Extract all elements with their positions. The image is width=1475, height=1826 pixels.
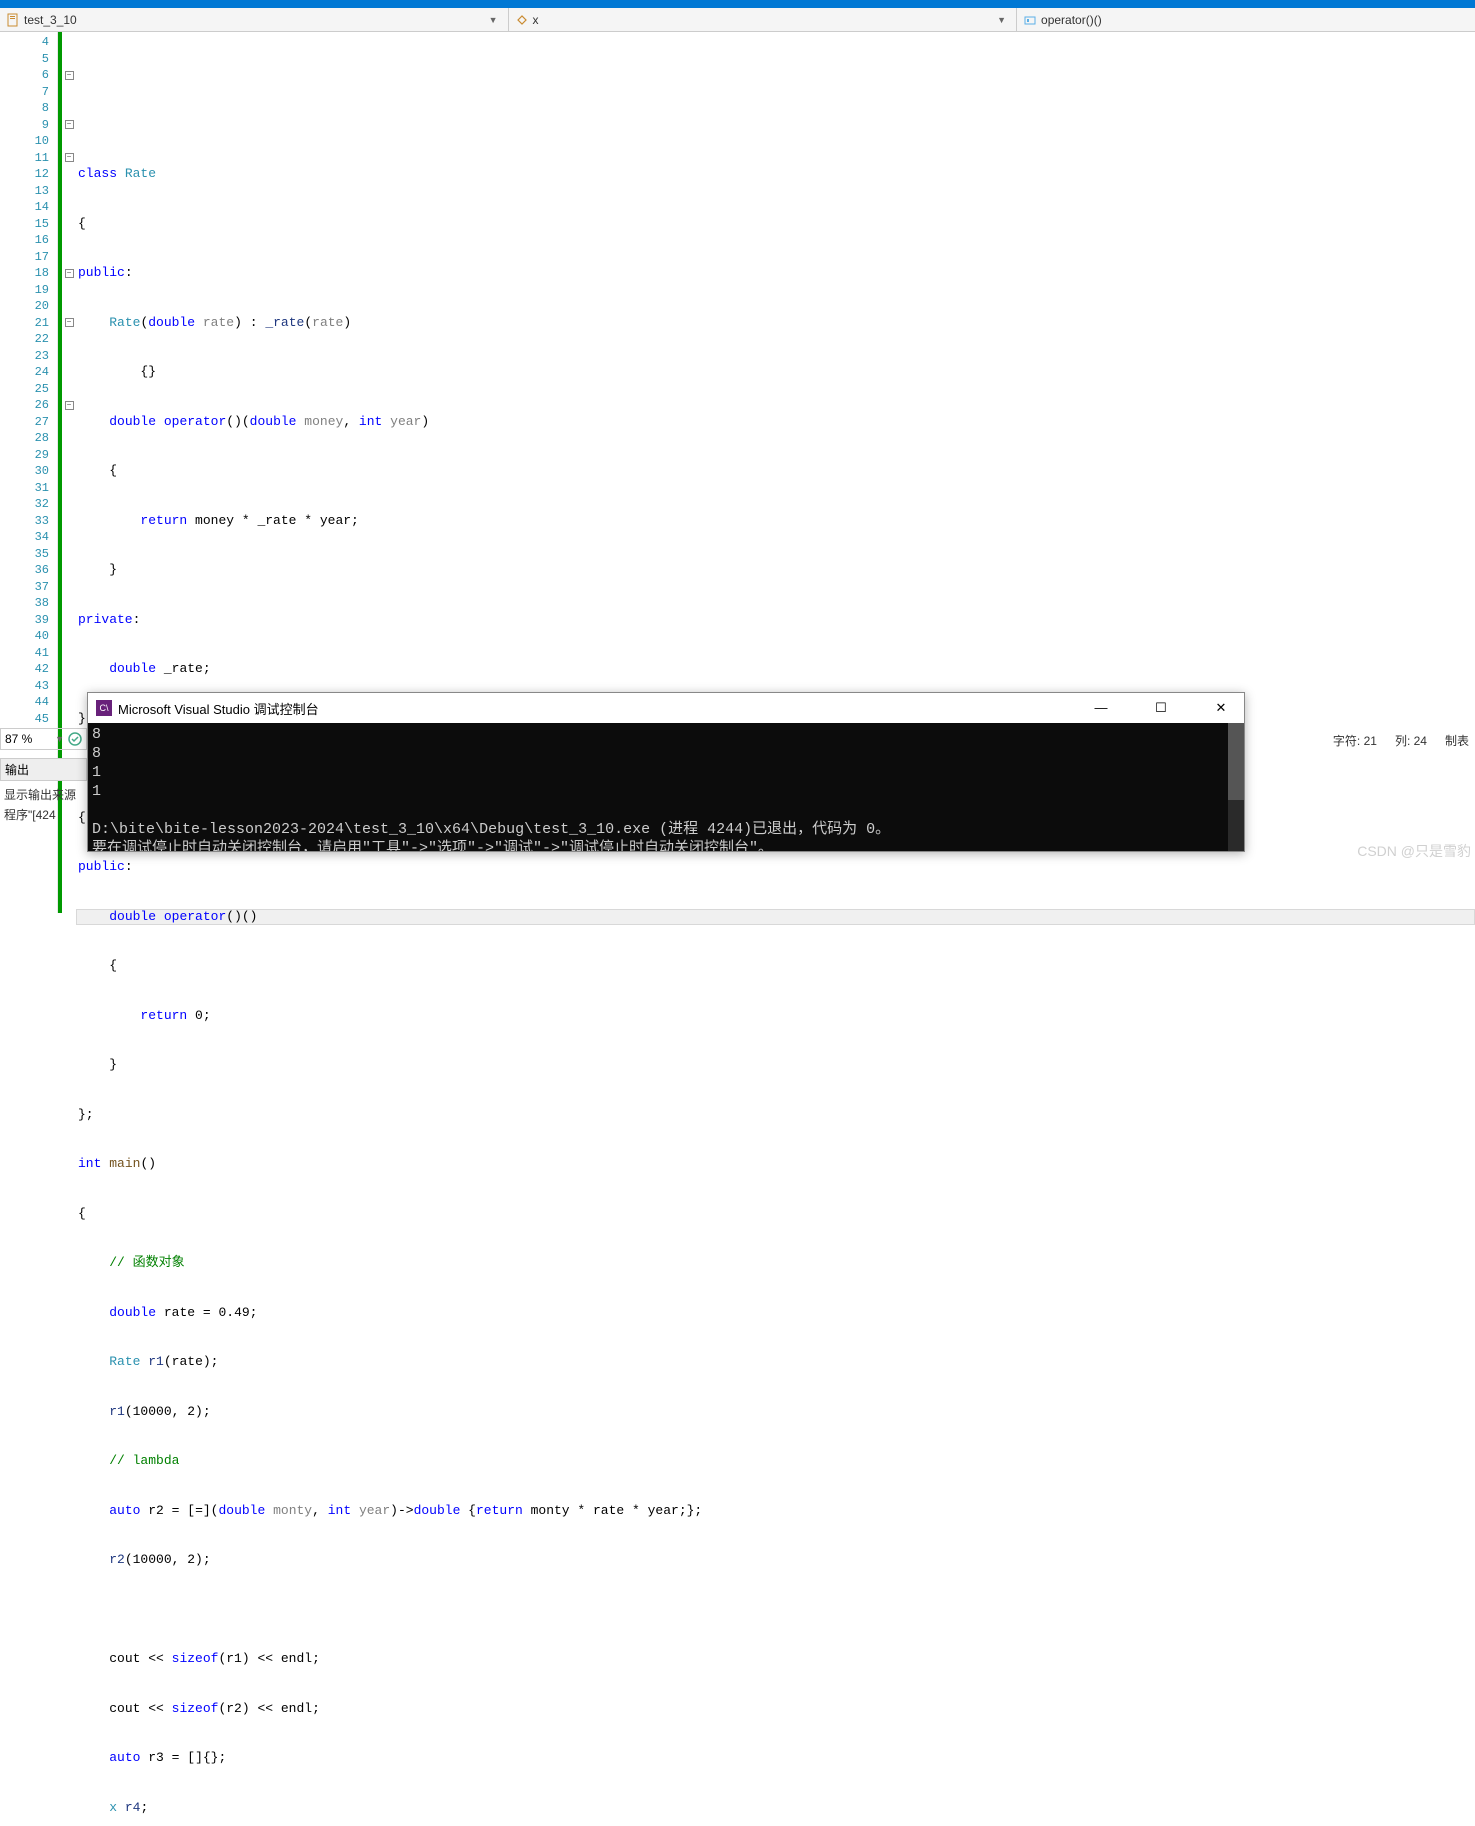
class-text: x (533, 13, 539, 27)
debug-console-window: C\ Microsoft Visual Studio 调试控制台 — ☐ ✕ 8… (87, 692, 1245, 852)
output-header[interactable]: 输出 (0, 758, 87, 781)
status-col: 列: 24 (1395, 732, 1427, 749)
scope-dropdown[interactable]: test_3_10 ▼ (0, 8, 509, 31)
fold-toggle[interactable]: − (65, 401, 74, 410)
fold-toggle[interactable]: − (65, 120, 74, 129)
console-title-text: Microsoft Visual Studio 调试控制台 (118, 699, 319, 718)
chevron-down-icon: ▼ (489, 15, 502, 25)
output-log-line: 程序"[424 (4, 805, 83, 825)
maximize-button[interactable]: ☐ (1146, 700, 1176, 716)
editor-footer-left: 87 % ▼ (0, 728, 87, 750)
class-icon (515, 13, 529, 27)
chevron-down-icon: ▼ (55, 734, 64, 744)
method-icon (1023, 13, 1037, 27)
status-char: 字符: 21 (1333, 732, 1377, 749)
status-bar-right: 字符: 21 列: 24 制表 (1333, 732, 1475, 749)
no-issues-icon[interactable] (68, 732, 82, 746)
status-tab: 制表 (1445, 732, 1469, 749)
file-icon (6, 13, 20, 27)
fold-toggle[interactable]: − (65, 318, 74, 327)
class-dropdown[interactable]: x ▼ (509, 8, 1018, 31)
console-titlebar[interactable]: C\ Microsoft Visual Studio 调试控制台 — ☐ ✕ (88, 693, 1244, 723)
console-scrollbar[interactable] (1228, 723, 1244, 851)
output-source-label: 显示输出来源 (4, 785, 83, 805)
output-panel: 输出 显示输出来源 程序"[424 (0, 758, 87, 829)
navigation-bar: test_3_10 ▼ x ▼ operator()() (0, 8, 1475, 32)
minimize-button[interactable]: — (1086, 700, 1116, 716)
member-dropdown[interactable]: operator()() (1017, 8, 1475, 31)
zoom-dropdown[interactable]: 87 % ▼ (0, 728, 87, 750)
title-bar-accent (0, 0, 1475, 8)
member-text: operator()() (1041, 13, 1102, 27)
watermark-text: CSDN @只是雪豹 (1357, 841, 1471, 861)
zoom-value: 87 % (5, 732, 32, 746)
chevron-down-icon: ▼ (997, 15, 1010, 25)
close-button[interactable]: ✕ (1206, 700, 1236, 716)
fold-toggle[interactable]: − (65, 153, 74, 162)
fold-toggle[interactable]: − (65, 71, 74, 80)
scope-text: test_3_10 (24, 13, 77, 27)
vs-icon: C\ (96, 700, 112, 716)
console-output[interactable]: 8 8 1 1 D:\bite\bite-lesson2023-2024\tes… (88, 723, 1244, 851)
fold-toggle[interactable]: − (65, 269, 74, 278)
